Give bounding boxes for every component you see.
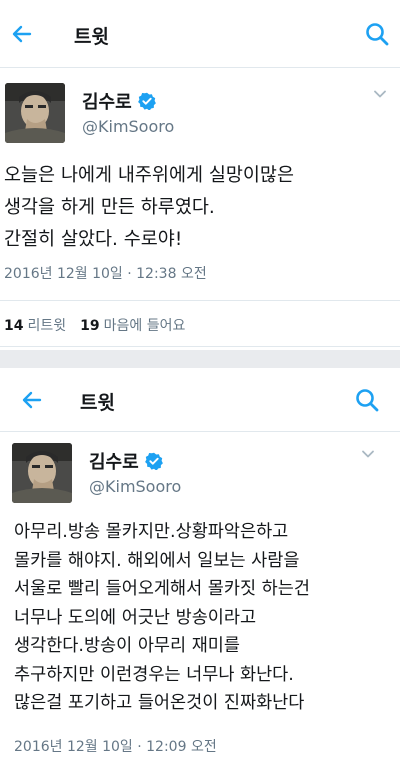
verified-badge-icon bbox=[137, 92, 156, 110]
tweet-text-line: 너무나 도의에 어긋난 방송이라고 bbox=[14, 607, 257, 628]
tweet-text-line: 추구하지만 이런경우는 너무나 화난다. bbox=[14, 664, 294, 685]
tweet-text-line: 서울로 빨리 들어오게해서 몰카짓 하는건 bbox=[14, 579, 310, 599]
tweet-author: 김수로 @KimSooro bbox=[0, 432, 400, 512]
like-stat[interactable]: 19 마음에 들어요 bbox=[80, 315, 185, 335]
author-name[interactable]: 김수로 bbox=[82, 88, 132, 114]
avatar[interactable] bbox=[12, 443, 72, 503]
tweet-text-line: 오늘은 나에게 내주위에게 실망이많은 bbox=[4, 165, 294, 186]
name-row: 김수로 bbox=[89, 448, 163, 474]
tweet-screen-2: 트윗 김수로 @KimSooro 아무리.방송 몰카지만.상황파악은하고 몰카를… bbox=[0, 368, 400, 762]
tweet-text: 오늘은 나에게 내주위에게 실망이많은 생각을 하게 만든 하루였다. 간절히 … bbox=[4, 160, 294, 256]
divider bbox=[0, 300, 400, 301]
avatar[interactable] bbox=[5, 83, 65, 143]
tweet-text-line: 많은걸 포기하고 들어온것이 진짜화난다 bbox=[14, 693, 305, 713]
tweet-text-line: 몰카를 해야지. 해외에서 일보는 사람을 bbox=[14, 550, 300, 571]
tweet-text-line: 생각을 하게 만든 하루였다. bbox=[4, 197, 215, 218]
screenshot-separator bbox=[0, 350, 400, 368]
top-bar: 트윗 bbox=[0, 368, 400, 432]
top-bar: 트윗 bbox=[0, 0, 400, 68]
search-icon[interactable] bbox=[364, 21, 390, 47]
tweet-text-line: 간절히 살았다. 수로야! bbox=[4, 229, 183, 250]
retweet-label: 리트윗 bbox=[27, 318, 67, 334]
author-name[interactable]: 김수로 bbox=[89, 448, 139, 474]
tweet-text-line: 생각한다.방송이 아무리 재미를 bbox=[14, 636, 240, 656]
verified-badge-icon bbox=[144, 452, 163, 470]
back-arrow-icon[interactable] bbox=[20, 388, 44, 412]
tweet-text-line: 아무리.방송 몰카지만.상황파악은하고 bbox=[14, 522, 289, 542]
page-title: 트윗 bbox=[80, 392, 115, 414]
tweet-author: 김수로 @KimSooro bbox=[0, 68, 400, 148]
author-handle[interactable]: @KimSooro bbox=[82, 117, 174, 136]
divider bbox=[0, 346, 400, 347]
retweet-stat[interactable]: 14 리트윗 bbox=[4, 315, 66, 335]
name-row: 김수로 bbox=[82, 88, 156, 114]
back-arrow-icon[interactable] bbox=[10, 22, 34, 46]
tweet-stats: 14 리트윗 19 마음에 들어요 bbox=[4, 315, 199, 335]
search-icon[interactable] bbox=[354, 387, 380, 413]
retweet-count: 14 bbox=[4, 318, 24, 334]
tweet-timestamp: 2016년 12월 10일 · 12:38 오전 bbox=[4, 266, 207, 282]
page-title: 트윗 bbox=[74, 26, 109, 48]
like-count: 19 bbox=[80, 318, 100, 334]
chevron-down-icon[interactable] bbox=[372, 86, 388, 102]
tweet-text: 아무리.방송 몰카지만.상황파악은하고 몰카를 해야지. 해외에서 일보는 사람… bbox=[14, 518, 310, 718]
tweet-timestamp: 2016년 12월 10일 · 12:09 오전 bbox=[14, 739, 217, 755]
tweet-screen-1: 트윗 김수로 @KimSooro 오늘은 나에게 내주위에게 실망이많은 생각을… bbox=[0, 0, 400, 350]
like-label: 마음에 들어요 bbox=[103, 318, 186, 334]
chevron-down-icon[interactable] bbox=[360, 446, 376, 462]
author-handle[interactable]: @KimSooro bbox=[89, 477, 181, 496]
